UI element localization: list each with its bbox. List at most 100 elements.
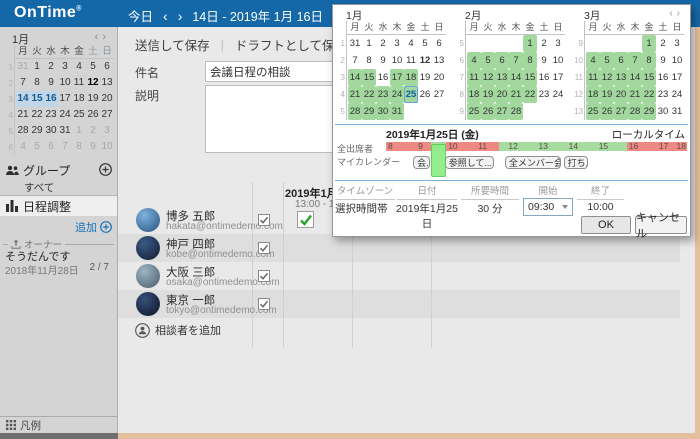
calendar-day[interactable]: 15 (642, 69, 656, 86)
calendar-day[interactable]: 13 (495, 69, 509, 86)
calendar-day[interactable]: 8 (523, 52, 537, 69)
calendar-day[interactable]: 17 (390, 69, 404, 86)
save-draft-button[interactable]: ドラフトとして保存 (235, 35, 347, 54)
calendar-day[interactable]: 27 (495, 103, 509, 120)
calendar-day[interactable]: 7 (509, 52, 523, 69)
calendar-day[interactable]: 31 (670, 103, 684, 120)
calendar-day[interactable]: 4 (404, 35, 418, 52)
calendar-day[interactable]: 2 (537, 35, 551, 52)
calendar-day[interactable]: 4 (586, 52, 600, 69)
attendee-checkbox[interactable] (258, 298, 270, 310)
calendar-day[interactable]: 5 (30, 139, 44, 155)
calendar-day[interactable]: 6 (100, 59, 114, 75)
calendar-day[interactable]: 3 (58, 59, 72, 75)
prev-range-icon[interactable]: ‹ (163, 10, 168, 22)
calendar-day[interactable]: 11 (467, 69, 481, 86)
calendar-day[interactable]: 10 (390, 52, 404, 69)
cancel-button[interactable]: キャンセル (635, 216, 687, 234)
ok-button[interactable]: OK (581, 216, 631, 234)
calendar-day[interactable]: 20 (614, 86, 628, 103)
attendee-checkbox[interactable] (258, 214, 270, 226)
calendar-event-chip[interactable]: 全メンバー会議 (505, 156, 561, 169)
calendar-day[interactable]: 21 (628, 86, 642, 103)
calendar-day[interactable]: 5 (600, 52, 614, 69)
calendar-day[interactable]: 8 (642, 52, 656, 69)
calendar-day[interactable]: 4 (467, 52, 481, 69)
calendar-day[interactable]: 4 (16, 139, 30, 155)
sidebar-item-schedule-adjust[interactable]: 日程調整 (0, 196, 117, 216)
calendar-day[interactable]: 11 (404, 52, 418, 69)
calendar-day[interactable]: 12 (600, 69, 614, 86)
calendar-day[interactable]: 15 (362, 69, 376, 86)
calendar-day[interactable]: 1 (362, 35, 376, 52)
calendar-day[interactable]: 23 (656, 86, 670, 103)
calendar-day[interactable]: 23 (44, 107, 58, 123)
calendar-day[interactable]: 31 (58, 123, 72, 139)
calendar-day[interactable]: 21 (16, 107, 30, 123)
calendar-day[interactable]: 7 (348, 52, 362, 69)
calendar-day[interactable]: 23 (537, 86, 551, 103)
calendar-day[interactable]: 8 (362, 52, 376, 69)
calendar-day[interactable]: 4 (72, 59, 86, 75)
calendar-day[interactable]: 3 (670, 35, 684, 52)
calendar-day[interactable]: 17 (670, 69, 684, 86)
calendar-day[interactable]: 30 (376, 103, 390, 120)
calendar-event-chip[interactable]: 会.. (413, 156, 430, 169)
calendar-day[interactable]: 2 (44, 59, 58, 75)
calendar-day[interactable]: 5 (481, 52, 495, 69)
calendar-day[interactable]: 8 (30, 75, 44, 91)
calendar-day[interactable]: 19 (481, 86, 495, 103)
calendar-day[interactable]: 23 (376, 86, 390, 103)
calendar-day[interactable]: 28 (16, 123, 30, 139)
calendar-day[interactable]: 26 (418, 86, 432, 103)
calendar-day[interactable]: 18 (586, 86, 600, 103)
calendar-day[interactable]: 21 (509, 86, 523, 103)
calendar-day[interactable]: 6 (44, 139, 58, 155)
calendar-day[interactable]: 12 (418, 52, 432, 69)
calendar-day[interactable]: 1 (30, 59, 44, 75)
calendar-day[interactable]: 10 (551, 52, 565, 69)
calendar-day[interactable]: 9 (86, 139, 100, 155)
calendar-day[interactable]: 31 (390, 103, 404, 120)
calendar-day[interactable]: 7 (628, 52, 642, 69)
calendar-day[interactable]: 22 (642, 86, 656, 103)
calendar-day[interactable]: 9 (537, 52, 551, 69)
calendar-day[interactable]: 14 (16, 91, 30, 107)
calendar-day[interactable]: 8 (72, 139, 86, 155)
calendar-day[interactable]: 20 (495, 86, 509, 103)
calendar-day[interactable]: 24 (670, 86, 684, 103)
calendar-day[interactable]: 26 (600, 103, 614, 120)
popup-cal-prev-icon[interactable]: ‹ (669, 8, 676, 19)
calendar-day[interactable]: 24 (390, 86, 404, 103)
calendar-day[interactable]: 22 (362, 86, 376, 103)
calendar-day[interactable]: 25 (404, 86, 418, 103)
calendar-day[interactable]: 9 (376, 52, 390, 69)
calendar-day[interactable]: 6 (432, 35, 446, 52)
calendar-day[interactable]: 19 (86, 91, 100, 107)
calendar-day[interactable]: 19 (418, 69, 432, 86)
calendar-day[interactable]: 10 (670, 52, 684, 69)
group-all-item[interactable]: すべて (24, 180, 54, 195)
send-save-button[interactable]: 送信して保存 (135, 35, 210, 54)
add-attendee-button[interactable]: 相談者を追加 (135, 322, 221, 338)
calendar-day[interactable]: 19 (600, 86, 614, 103)
calendar-day[interactable]: 9 (656, 52, 670, 69)
calendar-day[interactable]: 30 (656, 103, 670, 120)
calendar-day[interactable]: 25 (586, 103, 600, 120)
calendar-day[interactable]: 16 (44, 91, 58, 107)
calendar-day[interactable]: 10 (58, 75, 72, 91)
calendar-day[interactable]: 17 (551, 69, 565, 86)
calendar-day[interactable]: 3 (100, 123, 114, 139)
calendar-day[interactable]: 18 (72, 91, 86, 107)
calendar-day[interactable]: 1 (72, 123, 86, 139)
calendar-day[interactable]: 17 (58, 91, 72, 107)
calendar-day[interactable]: 24 (58, 107, 72, 123)
add-group-icon[interactable] (99, 163, 112, 176)
calendar-day[interactable]: 1 (523, 35, 537, 52)
calendar-day[interactable]: 31 (348, 35, 362, 52)
calendar-day[interactable]: 24 (551, 86, 565, 103)
calendar-day[interactable]: 2 (656, 35, 670, 52)
calendar-day[interactable]: 28 (348, 103, 362, 120)
calendar-day[interactable]: 16 (537, 69, 551, 86)
calendar-day[interactable]: 18 (404, 69, 418, 86)
